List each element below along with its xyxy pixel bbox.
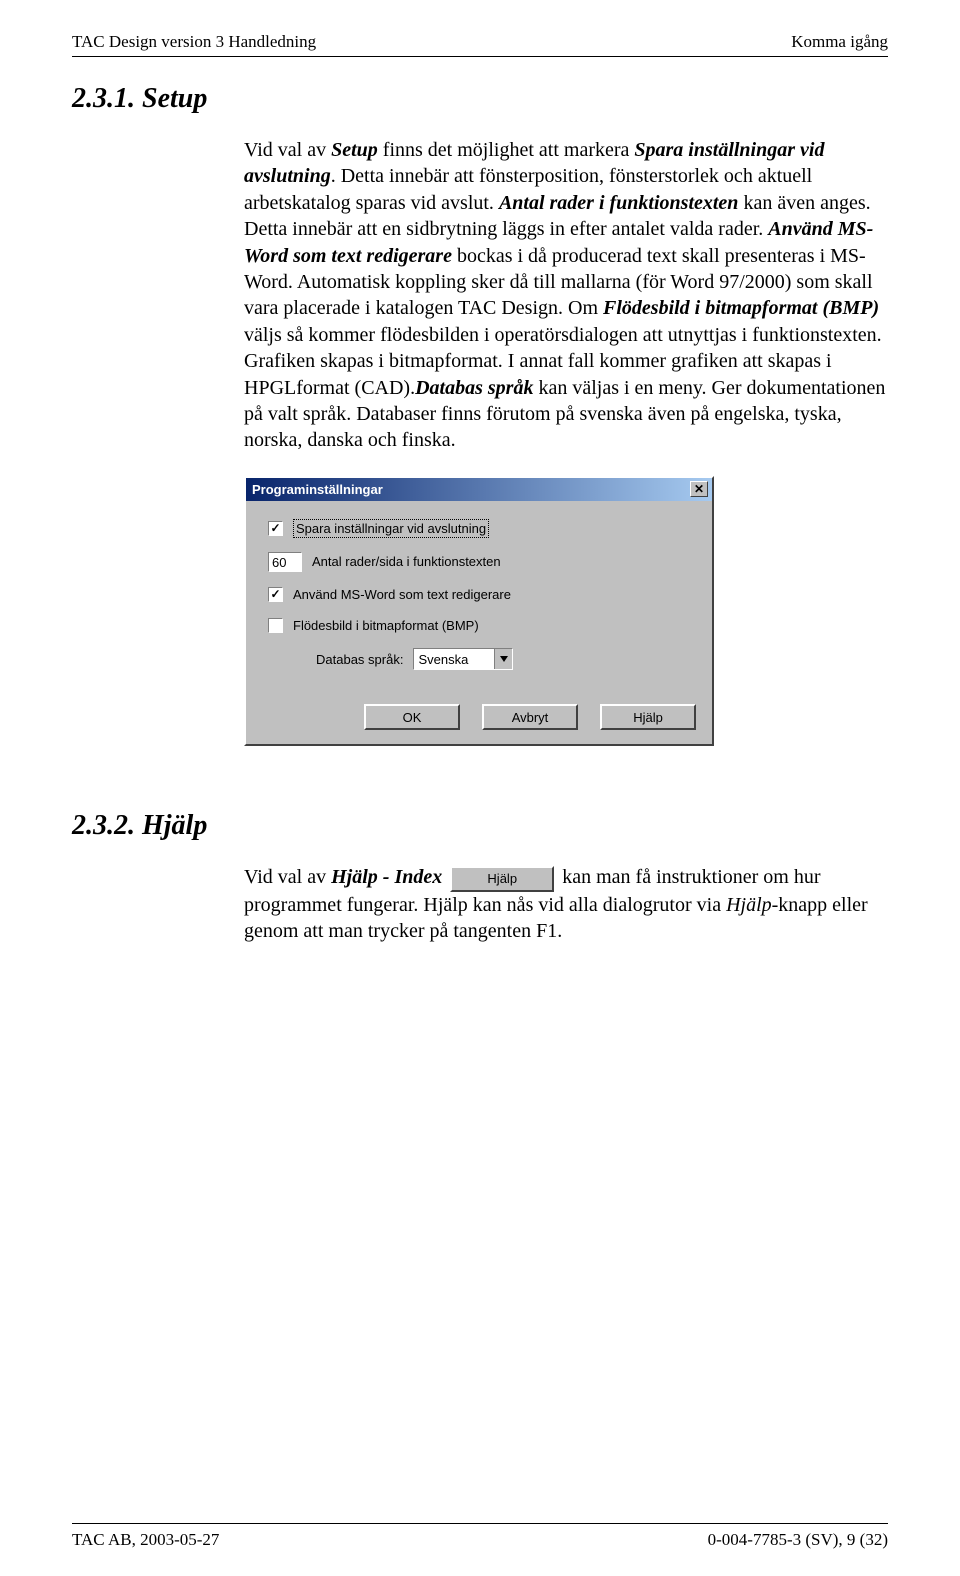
page-header: TAC Design version 3 Handledning Komma i… — [72, 32, 888, 57]
close-icon[interactable]: ✕ — [690, 481, 708, 497]
cancel-button[interactable]: Avbryt — [482, 704, 578, 730]
ok-button[interactable]: OK — [364, 704, 460, 730]
dialog-title: Programinställningar — [252, 481, 383, 498]
rows-per-page-input[interactable]: 60 — [268, 552, 302, 572]
section-heading-2-3-1: 2.3.1. Setup — [72, 83, 888, 115]
header-right: Komma igång — [791, 32, 888, 52]
checkbox-bmp[interactable] — [268, 618, 283, 633]
label-save-on-exit: Spara inställningar vid avslutning — [293, 519, 489, 538]
label-rows-per-page: Antal rader/sida i funktionstexten — [312, 553, 501, 570]
section-231-paragraph: Vid val av Setup finns det möjlighet att… — [244, 137, 888, 454]
section-232-paragraph: Vid val av Hjälp - Index Hjälp kan man f… — [244, 864, 888, 944]
program-settings-dialog: Programinställningar ✕ ✓ Spara inställni… — [244, 476, 714, 747]
label-bmp: Flödesbild i bitmapformat (BMP) — [293, 617, 479, 634]
help-button[interactable]: Hjälp — [600, 704, 696, 730]
section-heading-2-3-2: 2.3.2. Hjälp — [72, 810, 888, 842]
term-hjalp-index: Hjälp - Index — [331, 866, 442, 888]
label-msword: Använd MS-Word som text redigerare — [293, 586, 511, 603]
chevron-down-icon — [494, 649, 512, 669]
label-db-language: Databas språk: — [316, 651, 403, 668]
inline-help-button[interactable]: Hjälp — [450, 866, 554, 892]
page-footer: TAC AB, 2003-05-27 0-004-7785-3 (SV), 9 … — [72, 1523, 888, 1550]
term-hjalp: Hjälp — [726, 894, 772, 916]
dialog-titlebar: Programinställningar ✕ — [246, 478, 712, 501]
footer-right: 0-004-7785-3 (SV), 9 (32) — [708, 1530, 888, 1550]
header-left: TAC Design version 3 Handledning — [72, 32, 316, 52]
checkbox-msword[interactable]: ✓ — [268, 587, 283, 602]
footer-left: TAC AB, 2003-05-27 — [72, 1530, 219, 1550]
db-language-value: Svenska — [414, 649, 494, 669]
checkbox-save-on-exit[interactable]: ✓ — [268, 521, 283, 536]
db-language-select[interactable]: Svenska — [413, 648, 513, 670]
